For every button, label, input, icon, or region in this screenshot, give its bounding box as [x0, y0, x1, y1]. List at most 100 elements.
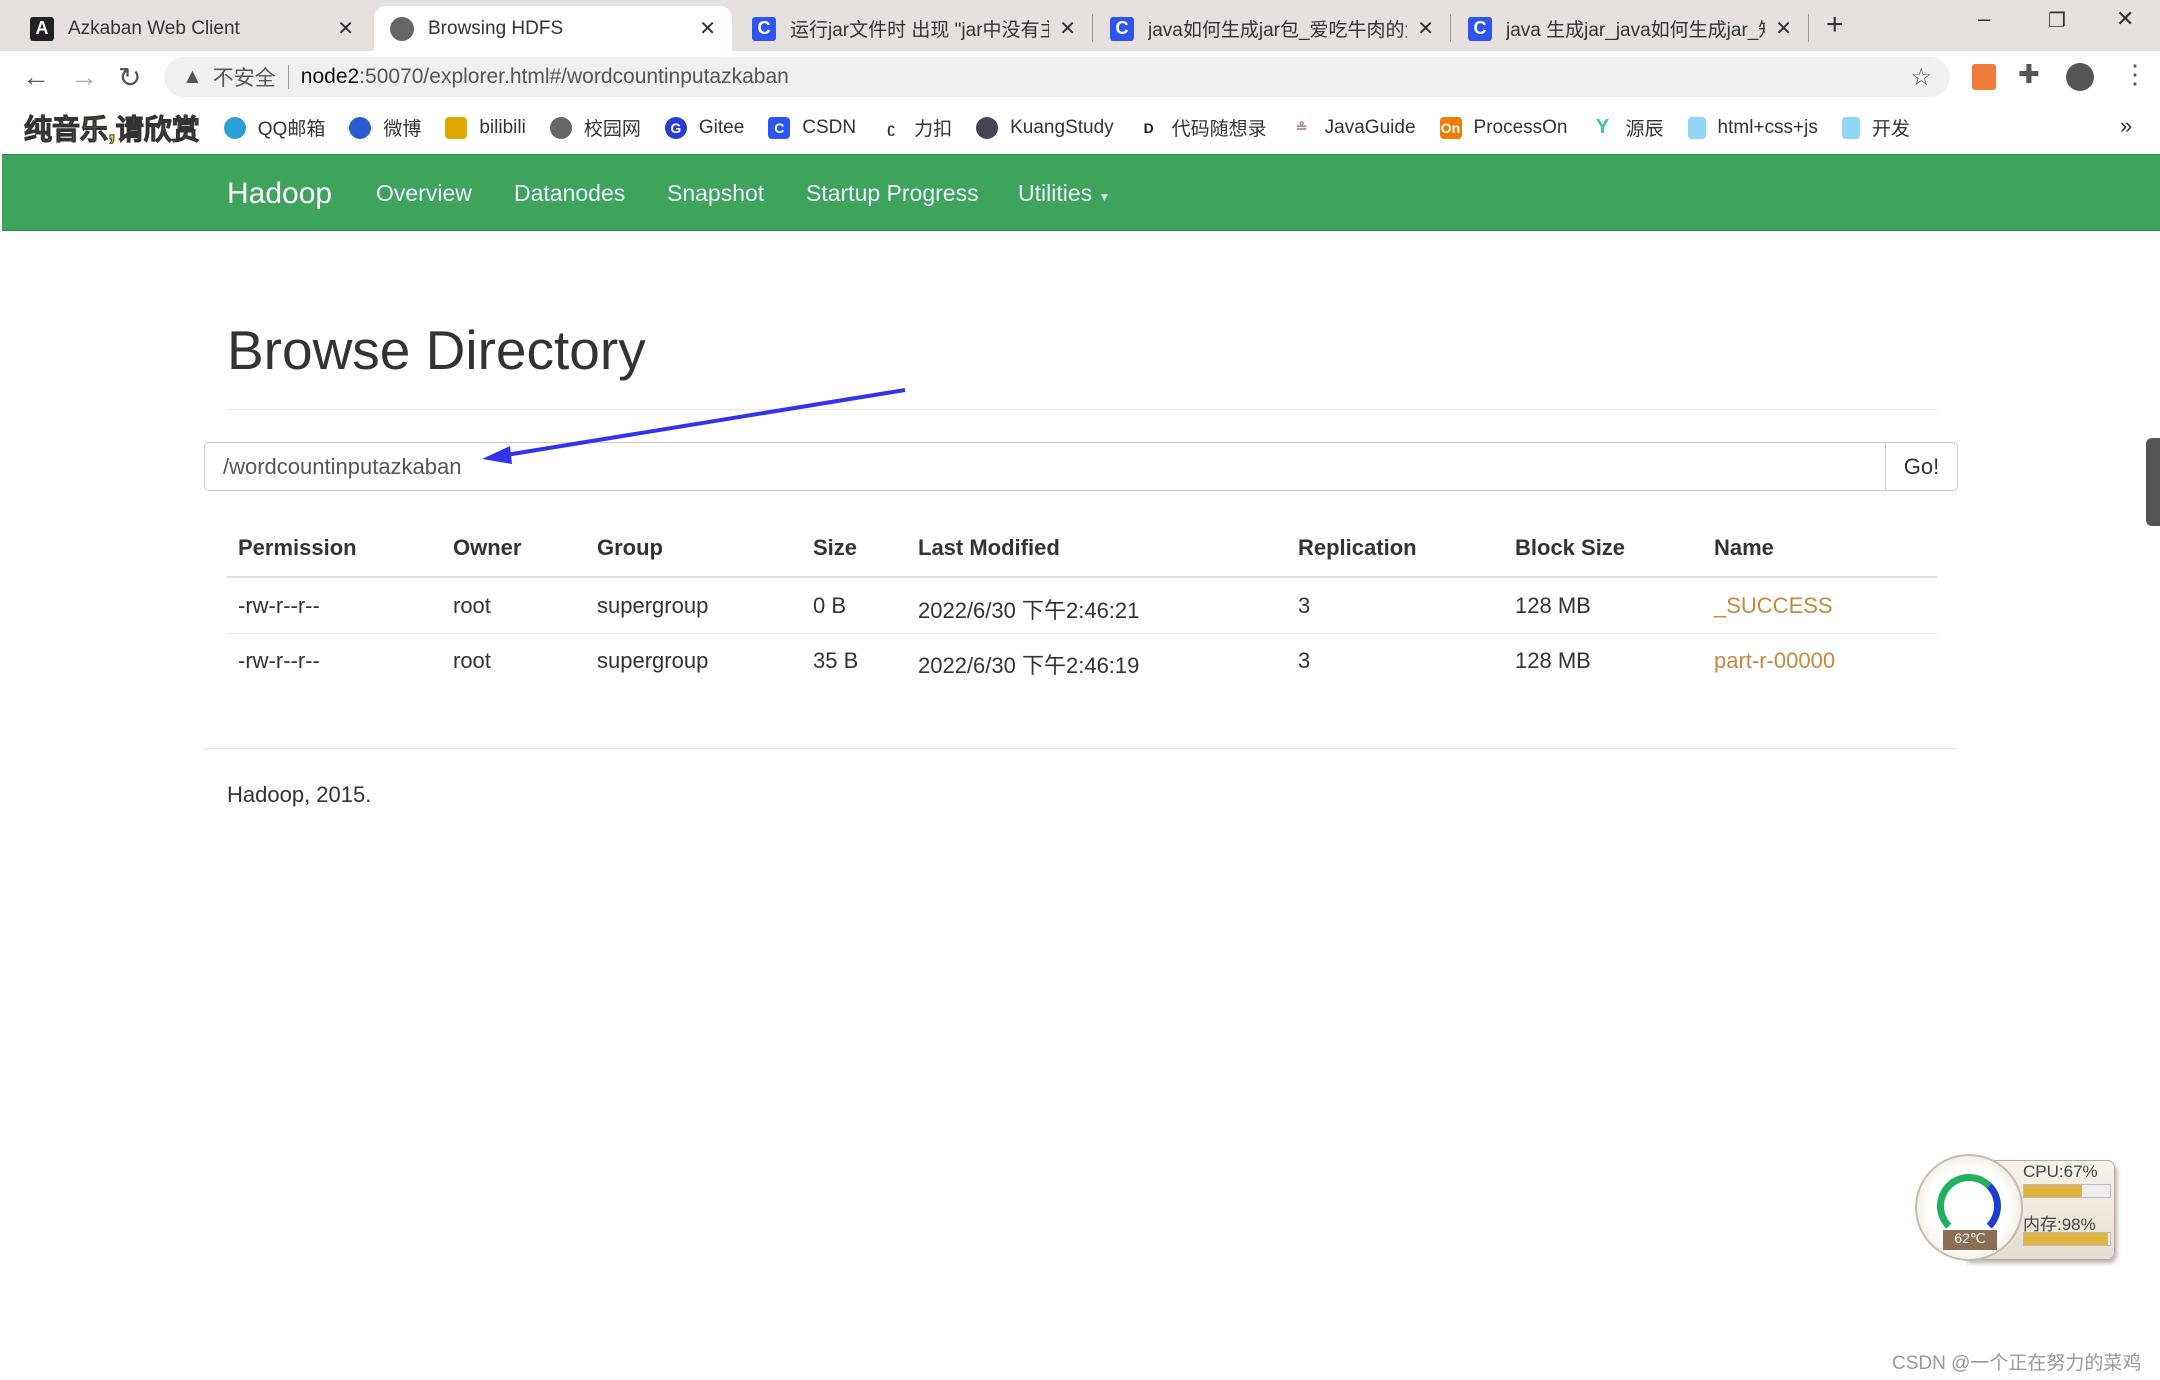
tab-csdn-3[interactable]: Cjava 生成jar_java如何生成jar_知 ✕ — [1452, 6, 1808, 51]
yuanchen-icon: Y — [1595, 116, 1610, 138]
processon-icon: On — [1439, 116, 1462, 139]
tab-csdn-1[interactable]: C 运行jar文件时 出现 "jar中没有主 ✕ — [736, 6, 1092, 51]
column-header-name: Name — [1714, 535, 1774, 560]
restore-icon[interactable]: ❐ — [2048, 8, 2066, 33]
column-header-owner: Owner — [453, 535, 522, 560]
bookmark-folder-html[interactable]: html+css+js — [1687, 116, 1818, 139]
file-name-link[interactable]: part-r-00000 — [1714, 648, 1835, 674]
minimize-icon[interactable]: – — [1978, 6, 1990, 32]
url-host: node2 — [300, 65, 360, 88]
csdn-icon: C — [752, 16, 776, 41]
cell-last-modified: 2022/6/30 下午2:46:19 — [918, 653, 1140, 678]
dmsxl-icon: D — [1143, 119, 1154, 136]
azkaban-icon: A — [30, 16, 54, 41]
close-window-icon[interactable]: ✕ — [2116, 6, 2134, 32]
forward-icon[interactable]: → — [70, 61, 98, 93]
column-header-replication: Replication — [1298, 535, 1417, 560]
csdn-icon: C — [1468, 16, 1492, 41]
nav-snapshot[interactable]: Snapshot — [667, 180, 764, 207]
side-panel-handle[interactable] — [2146, 438, 2160, 526]
cpu-bar — [2023, 1184, 2111, 1198]
bookmark-weibo[interactable]: 微博 — [349, 114, 421, 141]
tab-csdn-2[interactable]: Cjava如何生成jar包_爱吃牛肉的大 ✕ — [1094, 6, 1450, 51]
cell-owner: root — [453, 648, 491, 673]
watermark: CSDN @一个正在努力的菜鸡 — [1892, 1353, 2142, 1374]
cell-owner: root — [453, 593, 491, 618]
bookmark-kuangstudy[interactable]: KuangStudy — [976, 116, 1114, 139]
cell-replication: 3 — [1298, 593, 1311, 618]
bookmark-javaguide[interactable]: ≗ JavaGuide — [1291, 117, 1416, 139]
temperature: 62℃ — [1943, 1230, 1997, 1250]
globe-icon — [390, 16, 414, 41]
url-path: :50070/explorer.html#/wordcountinputazka… — [359, 65, 789, 88]
cell-last-modified: 2022/6/30 下午2:46:21 — [918, 598, 1140, 623]
nav-utilities[interactable]: Utilities ▼ — [1018, 180, 1110, 207]
bookmark-yuanchen[interactable]: Y 源辰 — [1592, 114, 1664, 141]
csdn-icon: C — [1110, 16, 1134, 41]
extensions-puzzle-icon[interactable]: ✚ — [2018, 59, 2040, 90]
back-icon[interactable]: ← — [22, 61, 50, 93]
directory-path-input[interactable] — [204, 442, 1886, 491]
caret-down-icon: ▼ — [1098, 190, 1111, 204]
warning-icon: ▲ — [182, 65, 203, 88]
qqmail-icon — [223, 116, 246, 139]
bookmark-star-icon[interactable]: ☆ — [1910, 63, 1932, 92]
bookmark-folder-dev[interactable]: 开发 — [1841, 114, 1910, 141]
close-tab-icon[interactable]: ✕ — [1059, 16, 1076, 41]
nav-overview[interactable]: Overview — [376, 180, 472, 207]
bilibili-icon — [445, 116, 468, 139]
column-header-permission: Permission — [238, 535, 357, 560]
close-tab-icon[interactable]: ✕ — [1417, 16, 1434, 41]
bookmark-dmsxl[interactable]: D 代码随想录 — [1138, 114, 1267, 141]
tab-bar: A Azkaban Web Client ✕ Browsing HDFS ✕ C 运行j… — [0, 0, 2160, 51]
reload-icon[interactable]: ↻ — [118, 61, 141, 94]
bookmark-gitee[interactable]: G Gitee — [664, 116, 744, 139]
close-tab-icon[interactable]: ✕ — [1775, 16, 1792, 41]
cell-group: supergroup — [597, 648, 709, 673]
close-tab-icon[interactable]: ✕ — [337, 16, 354, 41]
new-tab-icon[interactable]: + — [1826, 8, 1844, 42]
cell-block-size: 128 MB — [1515, 648, 1591, 673]
cell-size: 35 B — [813, 648, 859, 673]
bookmark-leetcode[interactable]: ʗ 力扣 — [880, 114, 952, 141]
column-header-block-size: Block Size — [1515, 535, 1626, 560]
tab-browsing-hdfs[interactable]: Browsing HDFS ✕ — [374, 6, 732, 51]
bookmark-music[interactable]: 纯音乐,请欣赏 — [24, 108, 201, 148]
url-bar[interactable]: ▲ 不安全 node2:50070/explorer.html#/wordcou… — [164, 57, 1950, 97]
cell-size: 0 B — [813, 593, 847, 618]
cell-replication: 3 — [1298, 648, 1311, 673]
leetcode-icon: ʗ — [887, 119, 895, 136]
divider — [227, 409, 1937, 410]
navbar-brand[interactable]: Hadoop — [227, 177, 332, 211]
cell-block-size: 128 MB — [1515, 593, 1591, 618]
menu-dots-icon[interactable]: ⋮ — [2122, 59, 2148, 90]
javaguide-icon: ≗ — [1295, 119, 1308, 135]
bookmark-qqmail[interactable]: QQ邮箱 — [223, 114, 325, 141]
bookmark-campus[interactable]: 校园网 — [549, 114, 641, 141]
kuangstudy-icon — [976, 116, 999, 139]
bookmark-bilibili[interactable]: bilibili — [445, 116, 526, 139]
nav-datanodes[interactable]: Datanodes — [514, 180, 625, 207]
translate-extension-icon[interactable] — [1972, 64, 1996, 90]
folder-icon — [1841, 116, 1860, 139]
nav-startup-progress[interactable]: Startup Progress — [806, 180, 979, 207]
tab-azkaban[interactable]: A Azkaban Web Client ✕ — [14, 6, 370, 51]
profile-avatar-icon[interactable] — [2066, 63, 2094, 91]
more-bookmarks-icon[interactable]: » — [2120, 113, 2132, 139]
close-tab-icon[interactable]: ✕ — [699, 16, 716, 41]
column-header-group: Group — [597, 535, 663, 560]
go-button[interactable]: Go! — [1885, 442, 1958, 491]
system-monitor-widget[interactable]: 62℃ CPU:67% 内存:98% — [1915, 1154, 2119, 1261]
bookmark-csdn[interactable]: C CSDN — [768, 116, 856, 139]
hadoop-navbar: Hadoop Overview Datanodes Snapshot Start… — [2, 154, 2160, 231]
cell-permission: -rw-r--r-- — [238, 648, 320, 673]
cell-permission: -rw-r--r-- — [238, 593, 320, 618]
column-header-size: Size — [813, 535, 858, 560]
cpu-label: CPU:67% — [2023, 1162, 2098, 1181]
file-name-link[interactable]: _SUCCESS — [1714, 593, 1833, 619]
security-label[interactable]: 不安全 — [213, 62, 276, 92]
bookmark-processon[interactable]: On ProcessOn — [1439, 116, 1568, 139]
globe-icon — [549, 116, 572, 139]
footer-text: Hadoop, 2015. — [227, 782, 372, 807]
memory-bar — [2023, 1232, 2111, 1246]
